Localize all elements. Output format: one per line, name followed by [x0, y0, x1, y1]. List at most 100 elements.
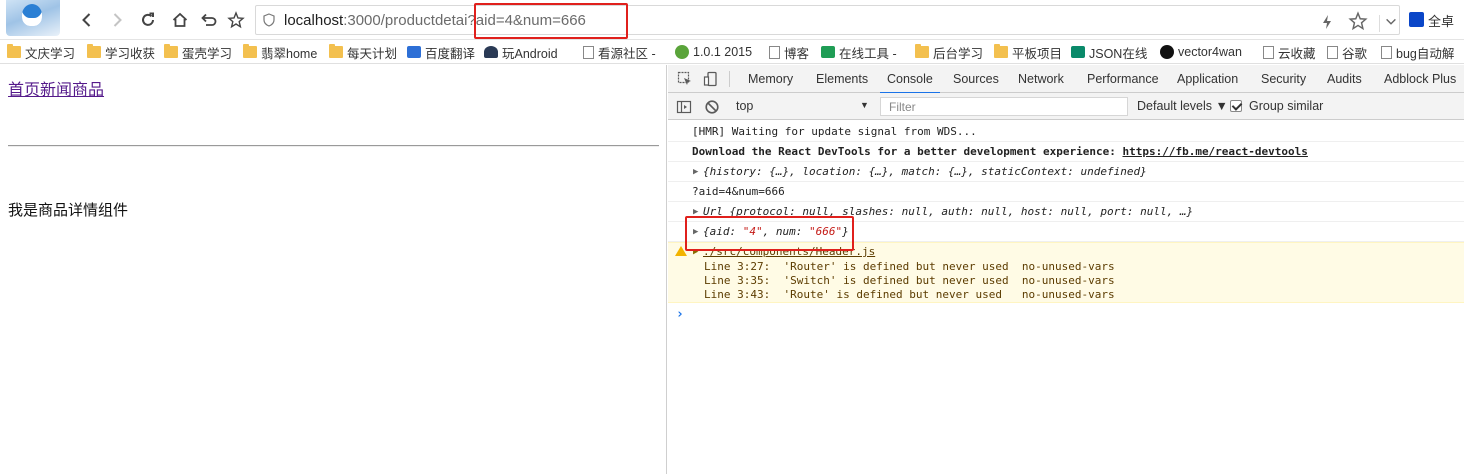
- browser-toolbar: localhost:3000/productdetai?aid=4&num=66…: [0, 0, 1464, 40]
- url-query: ?aid=4&num=666: [467, 12, 586, 29]
- device-toolbar-button[interactable]: [703, 71, 719, 87]
- folder-icon: [994, 44, 1008, 58]
- bookmark-item[interactable]: 云收藏: [1263, 43, 1316, 61]
- bookmark-item[interactable]: 玩Android: [484, 43, 558, 61]
- toolbar-divider: [729, 71, 730, 87]
- profile-avatar[interactable]: [6, 0, 60, 36]
- shield-icon: [263, 13, 275, 27]
- home-button[interactable]: [169, 9, 191, 31]
- console-prompt-chevron-icon[interactable]: ›: [676, 307, 684, 322]
- bookmark-item[interactable]: 在线工具 -: [821, 43, 897, 61]
- bookmark-item[interactable]: 文庆学习: [7, 43, 75, 61]
- inspect-element-button[interactable]: [677, 71, 693, 87]
- bookmark-star-button[interactable]: [225, 9, 247, 31]
- device-icon: [703, 71, 717, 87]
- group-similar-checkbox[interactable]: [1230, 100, 1242, 112]
- bookmark-item[interactable]: 百度翻译: [407, 43, 475, 61]
- block-icon: [705, 100, 719, 114]
- home-news-products-link[interactable]: 首页新闻商品: [8, 76, 104, 100]
- chevron-down-icon[interactable]: [1379, 15, 1398, 32]
- devtools-tab-bar: Memory Elements Console Sources Network …: [668, 65, 1464, 94]
- tab-adblock-plus[interactable]: Adblock Plus: [1384, 65, 1456, 93]
- folder-icon: [243, 44, 257, 58]
- extension-paw-icon[interactable]: [1409, 12, 1424, 27]
- expand-triangle-icon[interactable]: ▶: [693, 167, 698, 177]
- console-message: Download the React DevTools for a better…: [668, 142, 1464, 162]
- bookmarks-bar: 文庆学习 学习收获 蛋壳学习 翡翠home 每天计划 百度翻译 玩Android…: [0, 40, 1464, 64]
- folder-icon: [164, 44, 178, 58]
- reload-button[interactable]: [137, 9, 159, 31]
- bookmark-item[interactable]: 蛋壳学习: [164, 43, 232, 61]
- eslint-warning: ▶ ./src/components/Header.js Line 3:27: …: [668, 242, 1464, 303]
- console-filter-input[interactable]: [880, 97, 1128, 116]
- bookmark-item[interactable]: 翡翠home: [243, 43, 317, 61]
- page-icon: [1263, 45, 1274, 59]
- bookmark-item[interactable]: 看源社区 -: [583, 43, 656, 61]
- forward-button[interactable]: [106, 9, 128, 31]
- tab-console[interactable]: Console: [880, 65, 940, 94]
- console-output: [HMR] Waiting for update signal from WDS…: [668, 121, 1464, 474]
- cursor-select-icon: [677, 71, 691, 85]
- tab-sources[interactable]: Sources: [953, 65, 999, 93]
- folder-icon: [915, 44, 929, 58]
- react-devtools-link[interactable]: https://fb.me/react-devtools: [1122, 145, 1307, 158]
- folder-icon: [329, 44, 343, 58]
- console-filter-bar: top ▼ Default levels ▼ Group similar: [668, 93, 1464, 120]
- console-message: [HMR] Waiting for update signal from WDS…: [668, 121, 1464, 142]
- sidebar-icon: [676, 100, 692, 114]
- tab-application[interactable]: Application: [1177, 65, 1238, 93]
- tab-elements[interactable]: Elements: [816, 65, 868, 93]
- bookmark-item[interactable]: bug自动解: [1381, 43, 1454, 61]
- folder-icon: [87, 44, 101, 58]
- bookmark-item[interactable]: vector4wan: [1160, 43, 1242, 61]
- devtools-panel: Memory Elements Console Sources Network …: [668, 65, 1464, 474]
- page-viewport: 首页新闻商品 我是商品详情组件: [0, 65, 667, 474]
- bookmark-star-icon[interactable]: [1348, 11, 1368, 34]
- page-icon: [1381, 45, 1392, 59]
- json-icon: [1071, 46, 1085, 58]
- bookmark-item[interactable]: 1.0.1 2015: [675, 43, 752, 61]
- bookmark-item[interactable]: JSON在线: [1071, 43, 1147, 61]
- group-similar-label: Group similar: [1249, 99, 1324, 113]
- bookmark-item[interactable]: 学习收获: [87, 43, 155, 61]
- tab-network[interactable]: Network: [1018, 65, 1064, 93]
- reload-icon: [142, 12, 154, 26]
- context-select[interactable]: top: [736, 99, 871, 113]
- tab-audits[interactable]: Audits: [1327, 65, 1362, 93]
- undo-button[interactable]: [197, 9, 219, 31]
- translate-icon: [407, 46, 421, 58]
- star-icon: [227, 11, 245, 29]
- tab-security[interactable]: Security: [1261, 65, 1306, 93]
- address-bar[interactable]: localhost:3000/productdetai?aid=4&num=66…: [255, 5, 1400, 35]
- expand-triangle-icon[interactable]: ▶: [693, 227, 698, 237]
- tool-icon: [821, 46, 835, 58]
- back-button[interactable]: [76, 9, 98, 31]
- console-message[interactable]: ▶ Url {protocol: null, slashes: null, au…: [668, 202, 1464, 222]
- github-icon: [1160, 45, 1174, 59]
- clear-console-button[interactable]: [704, 99, 720, 115]
- page-icon: [1327, 45, 1338, 59]
- console-message[interactable]: ▶ {aid: "4", num: "666"}: [668, 222, 1464, 242]
- expand-triangle-icon[interactable]: ▶: [693, 207, 698, 217]
- page-icon: [583, 45, 594, 59]
- caret-down-icon[interactable]: ▼: [860, 100, 869, 110]
- url-text: localhost:3000/productdetai?aid=4&num=66…: [284, 12, 586, 29]
- console-message[interactable]: ▶ {history: {…}, location: {…}, match: {…: [668, 162, 1464, 182]
- log-levels-dropdown[interactable]: Default levels ▼: [1137, 99, 1228, 113]
- bookmark-item[interactable]: 平板项目: [994, 43, 1062, 61]
- sidebar-toggle-button[interactable]: [676, 99, 692, 115]
- expand-triangle-icon[interactable]: ▶: [693, 247, 698, 257]
- globe-icon: [675, 45, 689, 59]
- page-icon: [769, 45, 780, 59]
- back-arrow-icon: [82, 13, 91, 27]
- tab-memory[interactable]: Memory: [748, 65, 793, 93]
- bookmark-item[interactable]: 后台学习: [915, 43, 983, 61]
- bookmark-item[interactable]: 博客: [769, 43, 809, 61]
- bookmark-item[interactable]: 谷歌: [1327, 43, 1367, 61]
- bookmark-item[interactable]: 每天计划: [329, 43, 397, 61]
- lightning-icon[interactable]: [1319, 14, 1335, 33]
- extension-label[interactable]: 全卓: [1428, 11, 1454, 30]
- warning-file-link[interactable]: ./src/components/Header.js: [703, 245, 875, 258]
- console-message: ?aid=4&num=666: [668, 182, 1464, 202]
- tab-performance[interactable]: Performance: [1087, 65, 1159, 93]
